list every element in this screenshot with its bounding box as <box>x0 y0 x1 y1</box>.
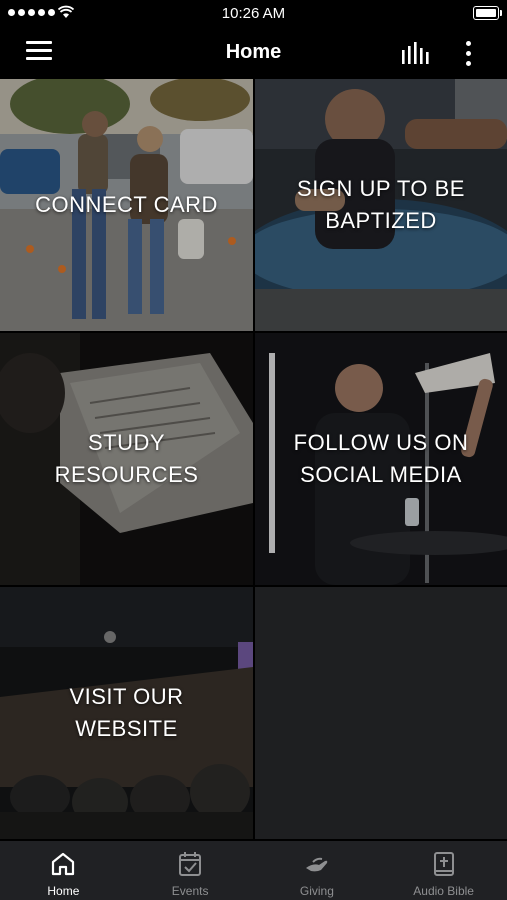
status-time: 10:26 AM <box>221 5 286 22</box>
tile-label-line2: WEBSITE <box>75 716 178 741</box>
tab-label: Events <box>171 884 209 898</box>
audio-bars-icon[interactable] <box>400 40 430 66</box>
tile-label: FOLLOW US ON SOCIAL MEDIA <box>255 427 507 491</box>
tile-label-line1: CONNECT CARD <box>35 192 218 217</box>
tile-connect-card[interactable]: CONNECT CARD <box>0 79 253 331</box>
tile-label-line1: SIGN UP TO BE <box>297 176 465 201</box>
bible-icon <box>433 852 454 876</box>
tile-label-line1: VISIT OUR <box>69 684 184 709</box>
giving-hand-icon <box>305 857 328 872</box>
bottom-tab-bar: Home Events Giving Audio Bible <box>0 841 507 900</box>
tile-visit-website[interactable]: VISIT OUR WEBSITE <box>0 587 253 839</box>
tile-label: SIGN UP TO BE BAPTIZED <box>255 173 507 237</box>
tile-baptized[interactable]: SIGN UP TO BE BAPTIZED <box>255 79 507 331</box>
battery-icon <box>473 6 502 20</box>
calendar-check-icon <box>179 852 202 876</box>
tile-study-resources[interactable]: STUDY RESOURCES <box>0 333 253 585</box>
tab-home[interactable]: Home <box>0 841 127 900</box>
tile-label-line2: RESOURCES <box>54 462 199 487</box>
tile-label-line2: BAPTIZED <box>325 208 437 233</box>
tile-label: VISIT OUR WEBSITE <box>0 681 253 745</box>
tab-label: Audio Bible <box>413 884 474 898</box>
tile-label-line1: FOLLOW US ON <box>293 430 469 455</box>
page-title: Home <box>225 41 282 63</box>
tab-audio-bible[interactable]: Audio Bible <box>380 841 507 900</box>
tile-label: STUDY RESOURCES <box>0 427 253 491</box>
status-bar: 10:26 AM <box>0 0 507 28</box>
tab-giving[interactable]: Giving <box>254 841 381 900</box>
home-icon <box>52 852 75 876</box>
empty-tile-slot <box>255 587 507 839</box>
tile-social-media[interactable]: FOLLOW US ON SOCIAL MEDIA <box>255 333 507 585</box>
tile-label-line1: STUDY <box>87 430 166 455</box>
tab-events[interactable]: Events <box>127 841 254 900</box>
app-header: Home <box>0 28 507 78</box>
tab-label: Giving <box>299 884 334 898</box>
tile-label: CONNECT CARD <box>0 189 253 221</box>
more-options-icon[interactable] <box>460 38 476 68</box>
tab-label: Home <box>47 884 80 898</box>
tile-label-line2: SOCIAL MEDIA <box>300 462 462 487</box>
